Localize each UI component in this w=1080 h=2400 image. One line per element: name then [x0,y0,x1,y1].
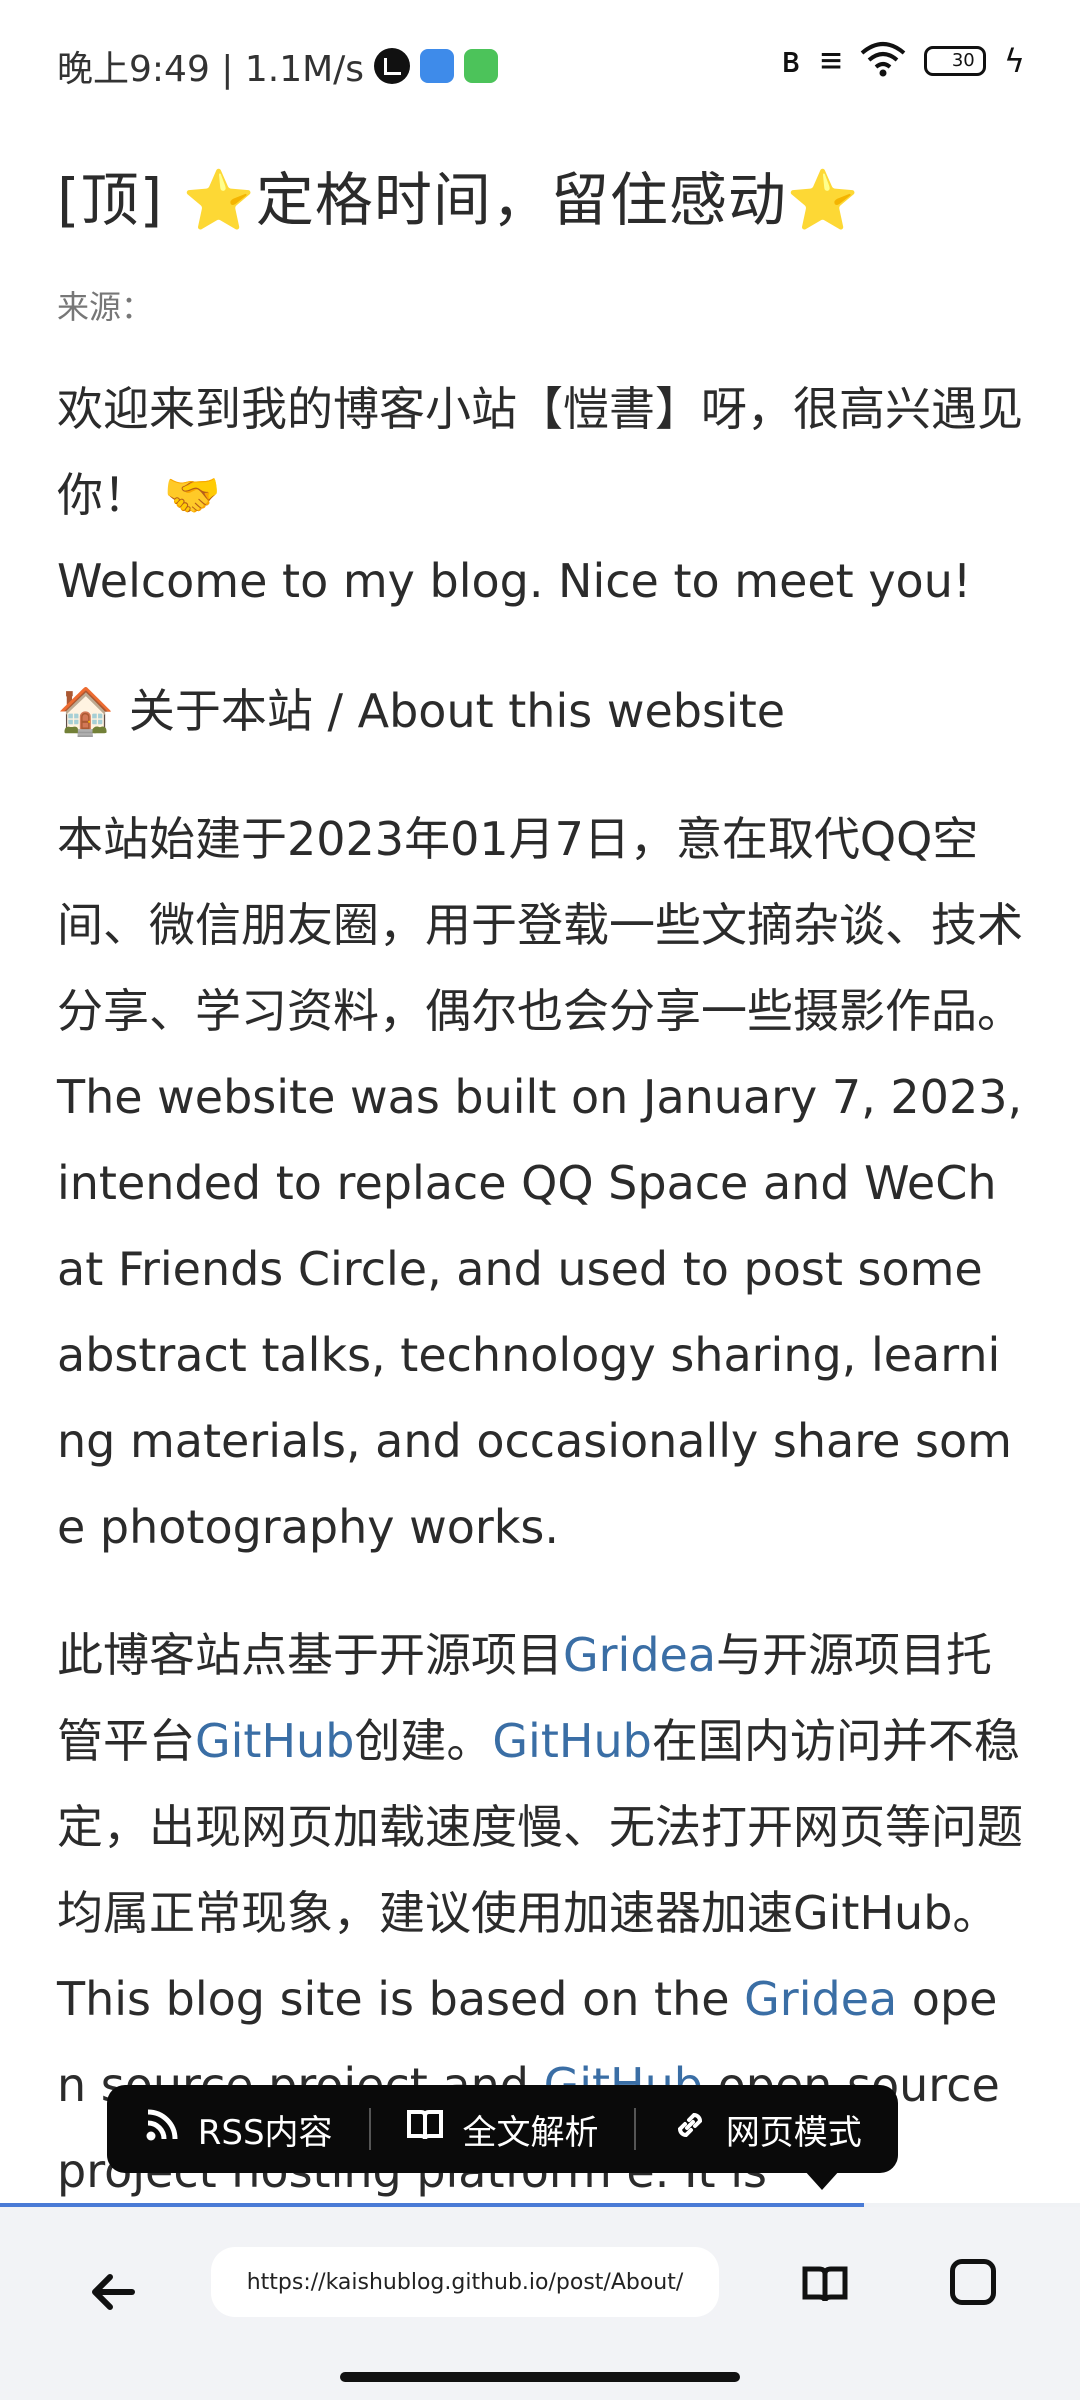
app-notification-icon-2 [464,49,499,83]
article-title: [顶] ⭐定格时间，留住感动⭐ [57,166,861,234]
signal-icon: ≡ [820,40,842,81]
p4-en-1: This blog site is based on the [57,1972,745,2026]
wifi-icon [860,41,906,81]
alarm-icon [374,48,411,84]
battery-icon: 30 [923,45,986,76]
rss-label: RSS内容 [197,2112,333,2153]
about-en: The website was built on January 7, 2023… [57,1070,1023,1554]
reader-mode-button[interactable] [800,2259,850,2309]
arrow-left-icon [92,2274,135,2310]
url-field[interactable]: https://kaishublog.github.io/post/About/ [211,2247,719,2317]
p4-cn-1: 此博客站点基于开源项目 [57,1628,563,1682]
fulltext-label: 全文解析 [462,2112,599,2153]
about-paragraph: 本站始建于2023年01月7日，意在取代QQ空间、微信朋友圈，用于登载一些文摘杂… [57,796,1023,1570]
book-icon [406,2108,444,2151]
status-left: 晚上9:49 | 1.1M/s [57,40,499,92]
github-link[interactable]: GitHub [195,1714,354,1768]
back-button[interactable] [80,2257,150,2327]
toolbar-pointer [804,2170,840,2190]
link-icon [672,2107,708,2152]
github-link-2[interactable]: GitHub [492,1714,651,1768]
gridea-link-en[interactable]: Gridea [744,1972,897,2026]
article-source: 来源： [57,288,154,326]
about-cn: 本站始建于2023年01月7日，意在取代QQ空间、微信朋友圈，用于登载一些文摘杂… [57,812,1023,1038]
battery-level: 30 [951,50,975,71]
p4-cn-3: 创建。 [354,1714,493,1768]
home-indicator[interactable] [340,2372,740,2382]
rss-button[interactable]: RSS内容 [107,2105,369,2154]
app-notification-icon [420,49,455,83]
article-content: [顶] ⭐定格时间，留住感动⭐ 来源： 欢迎来到我的博客小站【愷書】呀，很高兴遇… [57,150,1023,2214]
rss-icon [144,2107,180,2152]
book-open-icon [802,2266,848,2302]
status-right: ʙ ≡ 30 ϟ [781,40,1025,81]
webmode-button[interactable]: 网页模式 [636,2105,898,2154]
section-heading: 🏠 关于本站 / About this website [57,684,786,738]
charging-icon: ϟ [1003,41,1025,80]
webmode-label: 网页模式 [725,2112,862,2153]
intro-paragraph: 欢迎来到我的博客小站【愷書】呀，很高兴遇见你！ 🤝 Welcome to my … [57,366,1023,624]
reader-toolbar: RSS内容 全文解析 网页模式 [107,2085,898,2173]
intro-cn: 欢迎来到我的博客小站【愷書】呀，很高兴遇见你！ 🤝 [57,382,1023,522]
fulltext-button[interactable]: 全文解析 [371,2105,633,2154]
tabs-button[interactable] [950,2259,996,2305]
browser-bottom-bar: https://kaishublog.github.io/post/About/ [0,2207,1080,2400]
intro-en: Welcome to my blog. Nice to meet you! [57,554,972,608]
status-bar: 晚上9:49 | 1.1M/s ʙ ≡ 30 ϟ [0,0,1080,126]
status-time-speed: 晚上9:49 | 1.1M/s [57,49,365,90]
bluetooth-icon: ʙ [780,40,803,81]
gridea-link[interactable]: Gridea [563,1628,716,1682]
